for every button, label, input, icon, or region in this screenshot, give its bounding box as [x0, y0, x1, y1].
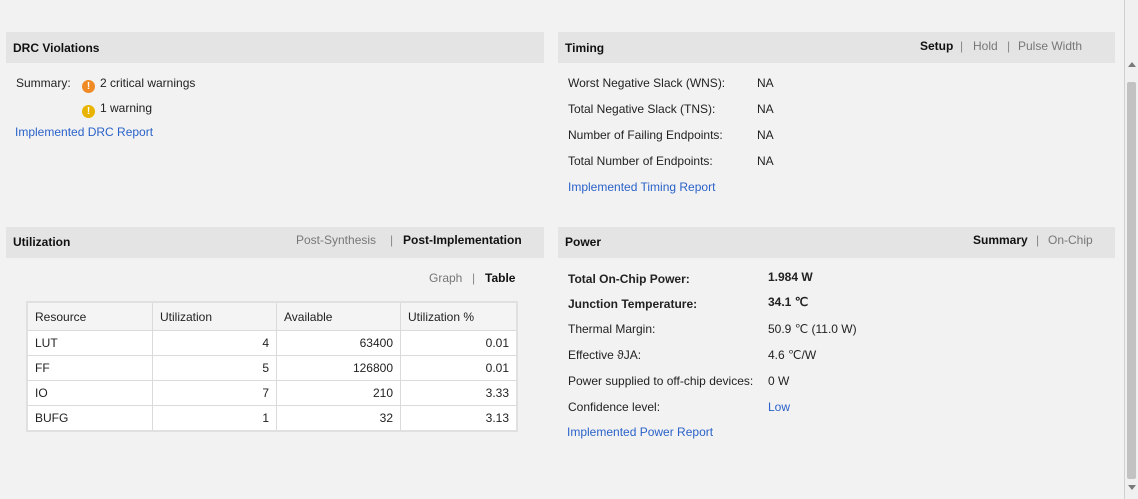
tab-separator: |: [1007, 39, 1011, 53]
tab-setup[interactable]: Setup: [920, 39, 953, 53]
table-header-row: Resource Utilization Available Utilizati…: [27, 302, 518, 331]
tab-on-chip[interactable]: On-Chip: [1048, 233, 1093, 247]
utilization-title: Utilization: [13, 235, 71, 249]
scrollbar-thumb[interactable]: [1127, 82, 1136, 479]
total-power-value: 1.984 W: [768, 270, 813, 284]
utilization-cell: 7: [152, 380, 277, 406]
resource-cell: LUT: [27, 330, 153, 356]
critical-warning-icon: !: [82, 80, 95, 93]
drc-report-link[interactable]: Implemented DRC Report: [15, 125, 153, 139]
critical-warnings-text: 2 critical warnings: [100, 76, 196, 90]
total-power-label: Total On-Chip Power:: [568, 272, 690, 286]
vertical-scrollbar[interactable]: [1124, 0, 1138, 499]
drc-title: DRC Violations: [13, 41, 100, 55]
tab-separator: |: [472, 271, 476, 285]
tab-post-synthesis[interactable]: Post-Synthesis: [296, 233, 376, 247]
critical-warnings-item[interactable]: ! 2 critical warnings: [82, 76, 195, 93]
available-cell: 32: [276, 405, 401, 432]
tab-separator: |: [960, 39, 964, 53]
wns-value: NA: [757, 76, 774, 90]
scroll-up-arrow-icon[interactable]: [1128, 62, 1136, 67]
power-title: Power: [565, 235, 602, 249]
timing-report-link[interactable]: Implemented Timing Report: [568, 180, 715, 194]
column-header-available[interactable]: Available: [276, 302, 401, 331]
thermal-margin-value: 50.9 ℃ (11.0 W): [768, 322, 857, 336]
drc-summary-label: Summary:: [16, 76, 71, 90]
scroll-down-arrow-icon[interactable]: [1128, 485, 1136, 490]
column-header-utilization-percent[interactable]: Utilization %: [400, 302, 518, 331]
tab-post-implementation[interactable]: Post-Implementation: [403, 233, 522, 247]
view-tab-table[interactable]: Table: [485, 271, 515, 285]
total-endpoints-label: Total Number of Endpoints:: [568, 154, 713, 168]
table-row[interactable]: IO 7 210 3.33: [27, 380, 518, 406]
available-cell: 210: [276, 380, 401, 406]
tab-separator: |: [1036, 233, 1040, 247]
table-row[interactable]: FF 5 126800 0.01: [27, 355, 518, 381]
effective-theta-ja-value: 4.6 ℃/W: [768, 348, 817, 362]
table-row[interactable]: LUT 4 63400 0.01: [27, 330, 518, 356]
tab-hold[interactable]: Hold: [973, 39, 998, 53]
utilization-percent-cell: 3.33: [400, 380, 518, 406]
resource-cell: IO: [27, 380, 153, 406]
utilization-percent-cell: 3.13: [400, 405, 518, 432]
table-row[interactable]: BUFG 1 32 3.13: [27, 405, 518, 432]
resource-cell: FF: [27, 355, 153, 381]
tab-separator: |: [390, 233, 394, 247]
off-chip-power-value: 0 W: [768, 374, 790, 388]
thermal-margin-label: Thermal Margin:: [568, 322, 656, 336]
power-report-link[interactable]: Implemented Power Report: [567, 425, 713, 439]
wns-label: Worst Negative Slack (WNS):: [568, 76, 726, 90]
utilization-percent-cell: 0.01: [400, 330, 518, 356]
warning-icon: !: [82, 105, 95, 118]
resource-cell: BUFG: [27, 405, 153, 432]
tab-summary[interactable]: Summary: [973, 233, 1028, 247]
confidence-level-link[interactable]: Low: [768, 400, 790, 414]
utilization-cell: 1: [152, 405, 277, 432]
total-endpoints-value: NA: [757, 154, 774, 168]
junction-temp-value: 34.1 ℃: [768, 295, 809, 309]
utilization-cell: 5: [152, 355, 277, 381]
column-header-resource[interactable]: Resource: [27, 302, 153, 331]
warnings-item[interactable]: ! 1 warning: [82, 101, 152, 118]
available-cell: 63400: [276, 330, 401, 356]
available-cell: 126800: [276, 355, 401, 381]
utilization-table: Resource Utilization Available Utilizati…: [26, 301, 518, 432]
junction-temp-label: Junction Temperature:: [568, 297, 698, 311]
tns-label: Total Negative Slack (TNS):: [568, 102, 716, 116]
failing-endpoints-label: Number of Failing Endpoints:: [568, 128, 723, 142]
column-header-utilization[interactable]: Utilization: [152, 302, 277, 331]
power-header: [558, 227, 1115, 258]
effective-theta-ja-label: Effective ϑJA:: [568, 348, 642, 362]
confidence-level-label: Confidence level:: [568, 400, 661, 414]
view-tab-graph[interactable]: Graph: [429, 271, 462, 285]
tab-pulse-width[interactable]: Pulse Width: [1018, 39, 1082, 53]
utilization-cell: 4: [152, 330, 277, 356]
timing-title: Timing: [565, 41, 605, 55]
off-chip-power-label: Power supplied to off-chip devices:: [568, 374, 754, 388]
tns-value: NA: [757, 102, 774, 116]
warnings-text: 1 warning: [100, 101, 153, 115]
utilization-percent-cell: 0.01: [400, 355, 518, 381]
failing-endpoints-value: NA: [757, 128, 774, 142]
